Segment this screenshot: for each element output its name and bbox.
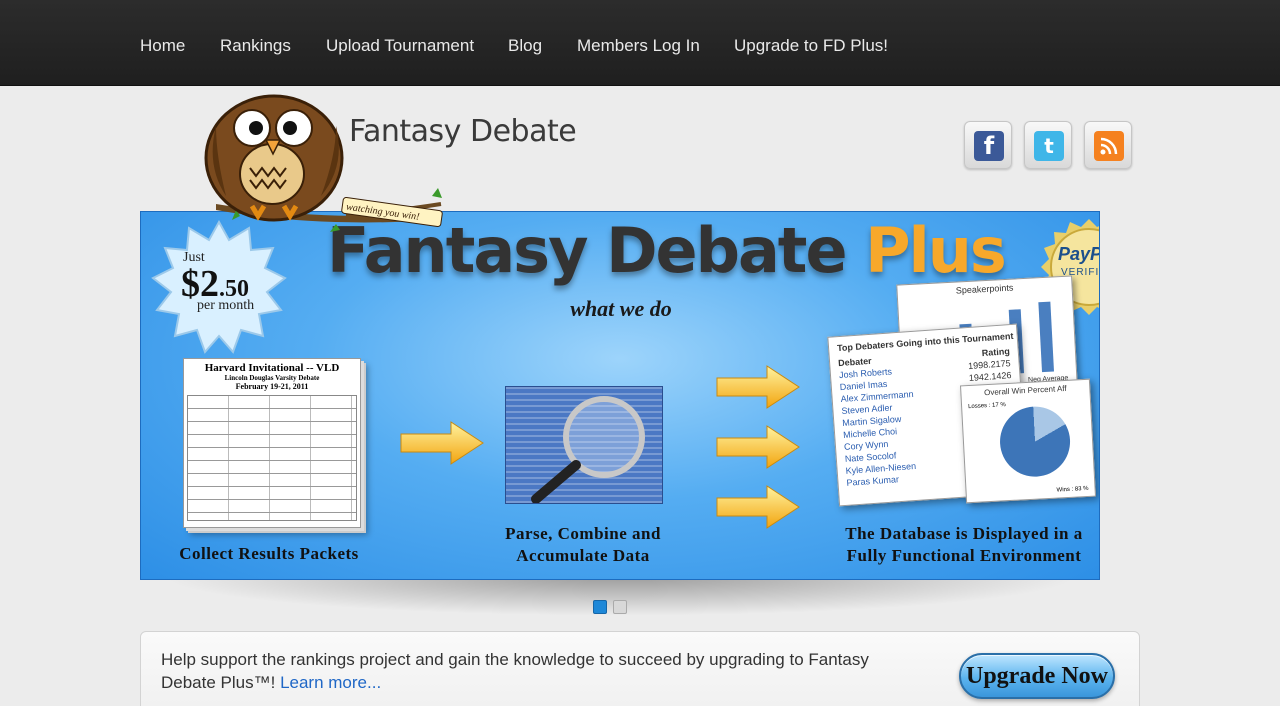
nav-upgrade[interactable]: Upgrade to FD Plus! <box>734 36 888 56</box>
rss-button[interactable] <box>1084 121 1132 169</box>
debater-name: Paras Kumar <box>846 474 900 488</box>
packet-subtitle: Lincoln Douglas Varsity Debate <box>224 374 320 382</box>
twitter-icon: t <box>1034 131 1064 161</box>
nav-home[interactable]: Home <box>140 36 185 56</box>
arrow-right-icon <box>400 421 484 465</box>
learn-more-link[interactable]: Learn more... <box>280 673 381 692</box>
caption-parse: Parse, Combine and Accumulate Data <box>505 524 661 565</box>
nav-upload-tournament[interactable]: Upload Tournament <box>326 36 474 56</box>
arrow-right-icon <box>716 425 800 469</box>
data-magnifier-image <box>505 386 663 504</box>
facebook-button[interactable]: f <box>964 121 1012 169</box>
twitter-button[interactable]: t <box>1024 121 1072 169</box>
promo-banner[interactable]: Just $2.50 per month Fantasy Debate Plus… <box>140 211 1100 580</box>
caption-collect: Collect Results Packets <box>179 544 359 563</box>
packet-grid <box>187 395 357 521</box>
pie-losses-label: Losses : 17 % <box>967 402 1006 411</box>
promo-text: Help support the rankings project and ga… <box>161 650 869 692</box>
facebook-icon: f <box>974 131 1004 161</box>
caption-database: The Database is Displayed in a Fully Fun… <box>845 524 1083 565</box>
chart-title: Speakerpoints <box>955 282 1014 296</box>
paypal-brand: PayPal <box>1058 244 1099 264</box>
slider-dot-1[interactable] <box>593 600 607 614</box>
arrow-right-icon <box>716 485 800 529</box>
database-screenshots: Speakerpoints Neg Average Top Debaters G… <box>827 272 1099 512</box>
chart-bar <box>1038 301 1055 373</box>
rss-icon <box>1094 131 1124 161</box>
nav-members-log-in[interactable]: Members Log In <box>577 36 700 56</box>
results-packet: Harvard Invitational -- VLD Lincoln Doug… <box>183 358 361 528</box>
win-percent-pie: Overall Win Percent Aff Losses : 17 % Wi… <box>960 378 1096 504</box>
pie-chart <box>998 404 1072 479</box>
nav-rankings[interactable]: Rankings <box>220 36 291 56</box>
packet-date: February 19-21, 2011 <box>235 382 309 391</box>
slider-dot-2[interactable] <box>613 600 627 614</box>
owl-logo[interactable]: watching you win! <box>196 86 446 236</box>
upgrade-now-button[interactable]: Upgrade Now <box>959 653 1115 699</box>
upgrade-promo-box: Help support the rankings project and ga… <box>140 631 1140 706</box>
pie-title: Overall Win Percent Aff <box>983 383 1067 398</box>
nav-blog[interactable]: Blog <box>508 36 542 56</box>
top-nav: Home Rankings Upload Tournament Blog Mem… <box>0 0 1280 86</box>
pie-wins-label: Wins : 83 % <box>1056 485 1089 494</box>
packet-title: Harvard Invitational -- VLD <box>204 362 340 374</box>
arrow-right-icon <box>716 365 800 409</box>
